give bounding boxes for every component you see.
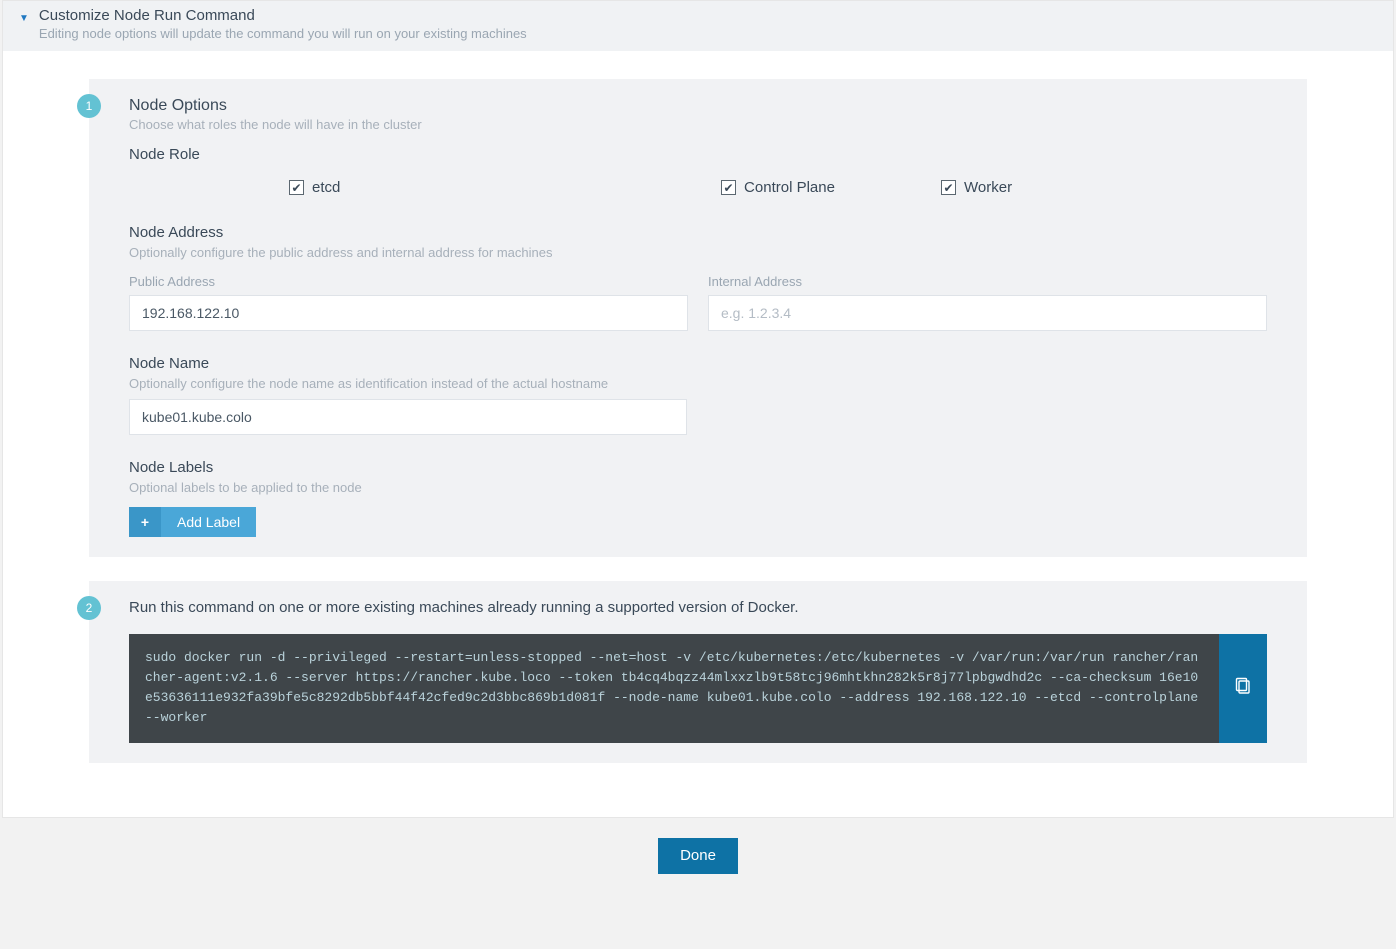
node-address-label: Node Address (129, 224, 1267, 241)
public-address-label: Public Address (129, 274, 688, 289)
node-options-subtitle: Choose what roles the node will have in … (129, 117, 1267, 132)
run-command-text: Run this command on one or more existing… (129, 599, 1267, 616)
panel-header: ▼ Customize Node Run Command Editing nod… (3, 1, 1393, 51)
node-address-subtitle: Optionally configure the public address … (129, 245, 1267, 260)
step-node-options: 1 Node Options Choose what roles the nod… (89, 79, 1307, 557)
add-label-button[interactable]: + Add Label (129, 507, 256, 537)
node-role-row: ✔ etcd ✔ Control Plane ✔ Worker (129, 179, 1267, 196)
checkbox-icon[interactable]: ✔ (289, 180, 304, 195)
internal-address-col: Internal Address (708, 274, 1267, 331)
add-label-text: Add Label (161, 514, 256, 530)
node-role-controlplane[interactable]: ✔ Control Plane (615, 179, 941, 196)
node-role-etcd[interactable]: ✔ etcd (129, 179, 615, 196)
public-address-input[interactable] (129, 295, 688, 331)
page-subtitle: Editing node options will update the com… (39, 26, 527, 41)
node-labels-subtitle: Optional labels to be applied to the nod… (129, 480, 1267, 495)
checkbox-label: Worker (964, 179, 1012, 196)
done-button[interactable]: Done (658, 838, 738, 874)
checkbox-icon[interactable]: ✔ (721, 180, 736, 195)
checkbox-label: Control Plane (744, 179, 835, 196)
panel-header-text: Customize Node Run Command Editing node … (39, 7, 527, 41)
content: 1 Node Options Choose what roles the nod… (3, 51, 1393, 797)
copy-button[interactable] (1219, 634, 1267, 743)
node-name-subtitle: Optionally configure the node name as id… (129, 376, 1267, 391)
collapse-caret-icon[interactable]: ▼ (15, 7, 39, 24)
internal-address-label: Internal Address (708, 274, 1267, 289)
checkbox-icon[interactable]: ✔ (941, 180, 956, 195)
node-labels-label: Node Labels (129, 459, 1267, 476)
node-name-input[interactable] (129, 399, 687, 435)
node-options-title: Node Options (129, 97, 1267, 115)
node-role-worker[interactable]: ✔ Worker (941, 179, 1267, 196)
step-badge-2: 2 (77, 596, 101, 620)
step-badge-1: 1 (77, 94, 101, 118)
page-title: Customize Node Run Command (39, 7, 527, 24)
command-code[interactable]: sudo docker run -d --privileged --restar… (129, 634, 1219, 743)
clipboard-icon (1235, 677, 1251, 700)
node-name-label: Node Name (129, 355, 1267, 372)
footer: Done (0, 818, 1396, 904)
plus-icon: + (129, 507, 161, 537)
internal-address-input[interactable] (708, 295, 1267, 331)
step-run-command: 2 Run this command on one or more existi… (89, 581, 1307, 763)
main-panel: ▼ Customize Node Run Command Editing nod… (2, 0, 1394, 818)
command-row: sudo docker run -d --privileged --restar… (129, 634, 1267, 743)
public-address-col: Public Address (129, 274, 688, 331)
node-role-label: Node Role (129, 146, 1267, 163)
checkbox-label: etcd (312, 179, 340, 196)
node-address-row: Public Address Internal Address (129, 274, 1267, 331)
